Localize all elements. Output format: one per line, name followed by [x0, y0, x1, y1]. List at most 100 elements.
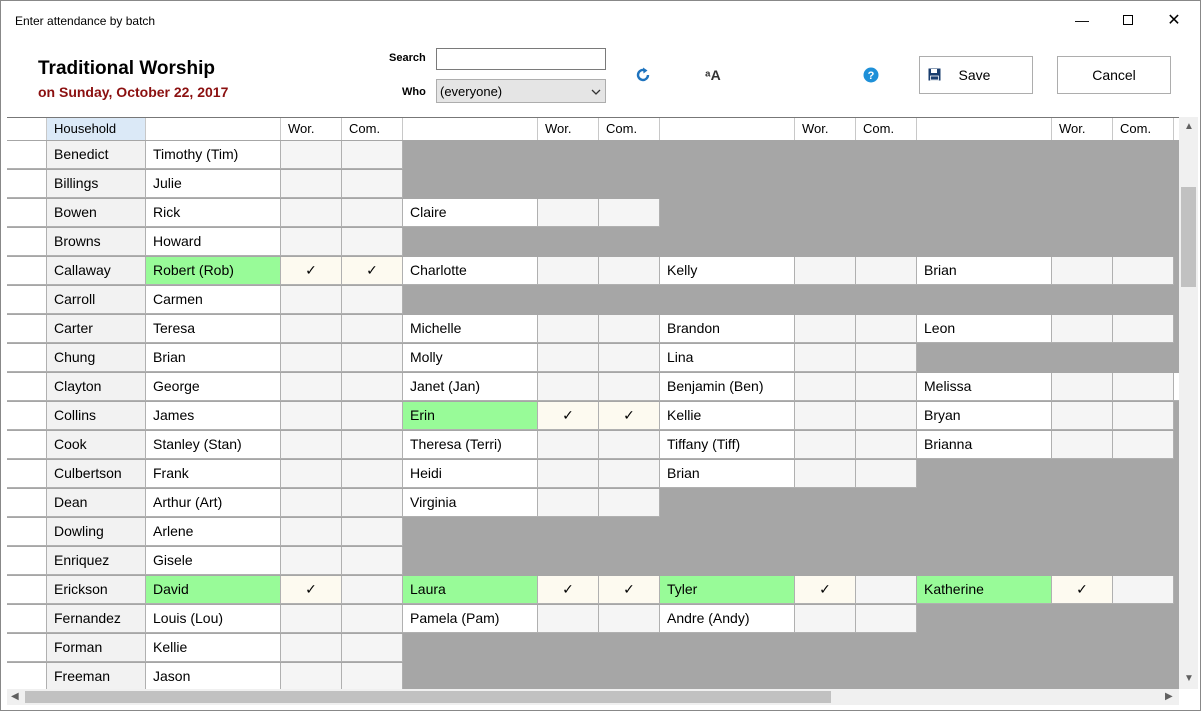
member-name-cell[interactable]: Teresa — [146, 315, 281, 343]
worship-checkbox-cell[interactable] — [281, 199, 342, 227]
communion-checkbox-cell[interactable] — [856, 431, 917, 459]
header-communion[interactable]: Com. — [599, 118, 660, 140]
household-cell[interactable]: Fernandez — [47, 605, 146, 633]
member-name-cell[interactable]: David — [146, 576, 281, 604]
communion-checkbox-cell[interactable] — [1113, 576, 1174, 604]
communion-checkbox-cell[interactable] — [1113, 315, 1174, 343]
horizontal-scrollbar[interactable]: ◀ ▶ — [7, 689, 1179, 705]
member-name-cell[interactable]: Janet (Jan) — [403, 373, 538, 401]
worship-checkbox-cell[interactable] — [538, 315, 599, 343]
communion-checkbox-cell[interactable] — [856, 605, 917, 633]
header-worship[interactable]: Wor. — [281, 118, 342, 140]
member-name-cell[interactable]: Tiffany (Tiff) — [660, 431, 795, 459]
worship-checkbox-cell[interactable] — [795, 402, 856, 430]
communion-checkbox-cell[interactable] — [856, 344, 917, 372]
household-cell[interactable]: Chung — [47, 344, 146, 372]
household-cell[interactable]: Carroll — [47, 286, 146, 314]
member-name-cell[interactable]: Theresa (Terri) — [403, 431, 538, 459]
vertical-scrollbar[interactable]: ▲ ▼ — [1179, 117, 1198, 689]
member-name-cell[interactable]: Brian — [917, 257, 1052, 285]
header-communion[interactable]: Com. — [1113, 118, 1174, 140]
worship-checkbox-cell[interactable] — [281, 141, 342, 169]
member-name-cell[interactable]: Andre (Andy) — [660, 605, 795, 633]
member-name-cell[interactable]: Kelly — [660, 257, 795, 285]
row-selector[interactable] — [7, 634, 47, 662]
communion-checkbox-cell[interactable] — [1113, 373, 1174, 401]
font-size-icon[interactable]: ᵃA — [702, 65, 724, 85]
household-cell[interactable]: Collins — [47, 402, 146, 430]
communion-checkbox-cell[interactable] — [856, 373, 917, 401]
communion-checkbox-cell[interactable] — [599, 315, 660, 343]
worship-checkbox-cell[interactable] — [281, 518, 342, 546]
communion-checkbox-cell[interactable] — [342, 518, 403, 546]
scroll-left-icon[interactable]: ◀ — [11, 691, 19, 702]
worship-checkbox-cell[interactable] — [281, 605, 342, 633]
household-cell[interactable]: Clayton — [47, 373, 146, 401]
household-cell[interactable]: Erickson — [47, 576, 146, 604]
member-name-cell[interactable]: Carmen — [146, 286, 281, 314]
worship-checkbox-cell[interactable] — [281, 460, 342, 488]
vertical-scroll-thumb[interactable] — [1181, 187, 1196, 287]
communion-checkbox-cell[interactable] — [342, 286, 403, 314]
header-worship[interactable]: Wor. — [538, 118, 599, 140]
worship-checkbox-cell[interactable] — [538, 199, 599, 227]
worship-checkbox-cell[interactable] — [795, 344, 856, 372]
communion-checkbox-cell[interactable] — [599, 460, 660, 488]
minimize-button[interactable]: — — [1059, 1, 1105, 39]
horizontal-scroll-thumb[interactable] — [25, 691, 831, 703]
row-selector[interactable] — [7, 257, 47, 285]
scroll-right-icon[interactable]: ▶ — [1165, 691, 1173, 702]
worship-checkbox-cell[interactable] — [1052, 373, 1113, 401]
member-name-cell[interactable]: Arthur (Art) — [146, 489, 281, 517]
member-name-cell[interactable]: Claire — [403, 199, 538, 227]
header-worship[interactable]: Wor. — [1052, 118, 1113, 140]
header-household[interactable]: Household — [47, 118, 146, 140]
scroll-up-icon[interactable]: ▲ — [1184, 121, 1194, 132]
communion-checkbox-cell[interactable] — [856, 402, 917, 430]
row-selector[interactable] — [7, 460, 47, 488]
communion-checkbox-cell[interactable] — [342, 344, 403, 372]
communion-checkbox-cell[interactable] — [342, 634, 403, 662]
member-name-cell[interactable]: Pamela (Pam) — [403, 605, 538, 633]
communion-checkbox-cell[interactable] — [342, 547, 403, 575]
worship-checkbox-cell[interactable] — [538, 489, 599, 517]
household-cell[interactable]: Benedict — [47, 141, 146, 169]
member-name-cell[interactable]: Louis (Lou) — [146, 605, 281, 633]
member-name-cell[interactable]: Tyler — [660, 576, 795, 604]
member-name-cell[interactable]: Bryan — [917, 402, 1052, 430]
household-cell[interactable]: Dean — [47, 489, 146, 517]
worship-checkbox-cell[interactable]: ✓ — [795, 576, 856, 604]
communion-checkbox-cell[interactable] — [342, 315, 403, 343]
worship-checkbox-cell[interactable] — [538, 431, 599, 459]
communion-checkbox-cell[interactable]: ✓ — [342, 257, 403, 285]
row-selector[interactable] — [7, 373, 47, 401]
member-name-cell[interactable]: Stanley (Stan) — [146, 431, 281, 459]
communion-checkbox-cell[interactable] — [599, 257, 660, 285]
who-select[interactable]: (everyone) — [436, 79, 606, 103]
communion-checkbox-cell[interactable] — [342, 605, 403, 633]
communion-checkbox-cell[interactable] — [856, 315, 917, 343]
household-cell[interactable]: Cook — [47, 431, 146, 459]
communion-checkbox-cell[interactable] — [342, 663, 403, 689]
member-name-cell[interactable]: Frank — [146, 460, 281, 488]
communion-checkbox-cell[interactable] — [342, 141, 403, 169]
member-name-cell[interactable]: Brian — [146, 344, 281, 372]
worship-checkbox-cell[interactable] — [281, 402, 342, 430]
worship-checkbox-cell[interactable] — [281, 228, 342, 256]
member-name-cell[interactable]: Brianna — [917, 431, 1052, 459]
communion-checkbox-cell[interactable]: ✓ — [599, 402, 660, 430]
worship-checkbox-cell[interactable] — [281, 373, 342, 401]
communion-checkbox-cell[interactable] — [599, 199, 660, 227]
worship-checkbox-cell[interactable] — [795, 315, 856, 343]
row-selector[interactable] — [7, 431, 47, 459]
member-name-cell[interactable]: Benjamin (Ben) — [660, 373, 795, 401]
worship-checkbox-cell[interactable] — [1052, 431, 1113, 459]
member-name-cell[interactable]: Katherine — [917, 576, 1052, 604]
search-input[interactable] — [436, 48, 606, 70]
close-button[interactable]: ✕ — [1151, 1, 1197, 39]
worship-checkbox-cell[interactable] — [281, 315, 342, 343]
communion-checkbox-cell[interactable] — [342, 199, 403, 227]
row-selector[interactable] — [7, 141, 47, 169]
communion-checkbox-cell[interactable] — [342, 373, 403, 401]
communion-checkbox-cell[interactable] — [599, 605, 660, 633]
